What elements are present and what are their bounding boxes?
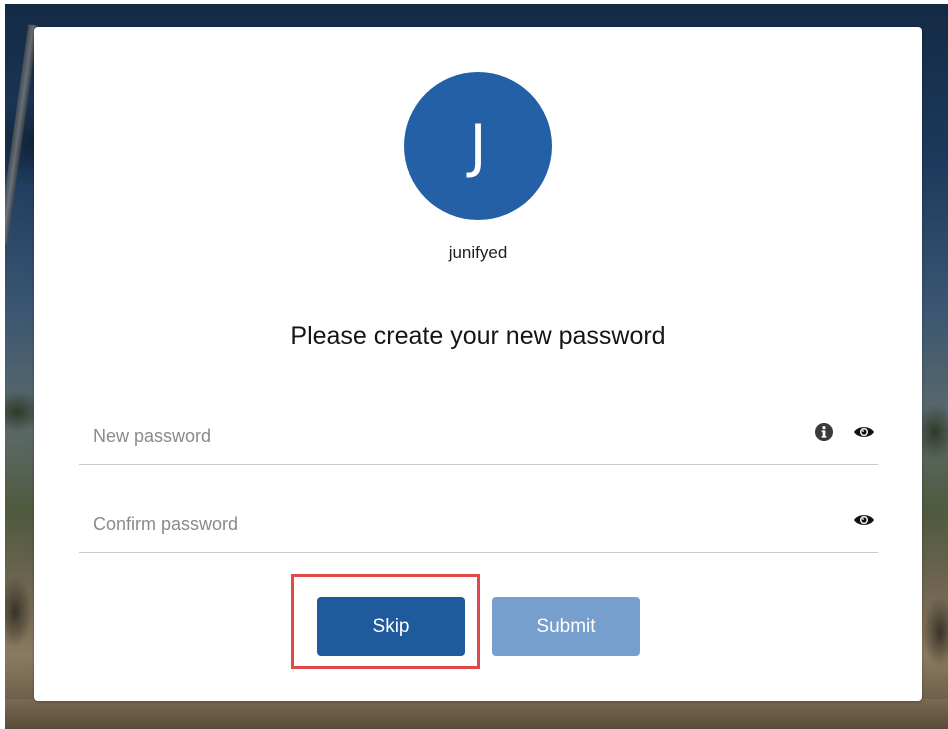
ground	[5, 699, 948, 729]
new-password-field	[79, 408, 878, 465]
confirm-password-field	[79, 496, 878, 553]
username: junifyed	[448, 243, 508, 262]
password-card: J junifyed Please create your new passwo…	[34, 27, 922, 701]
new-password-input[interactable]	[79, 408, 779, 464]
page: J junifyed Please create your new passwo…	[0, 0, 948, 729]
skip-button[interactable]: Skip	[317, 597, 465, 656]
info-icon[interactable]	[813, 421, 835, 443]
page-title: Please create your new password	[290, 322, 666, 350]
show-confirm-password-icon[interactable]	[853, 509, 875, 531]
show-password-icon[interactable]	[853, 421, 875, 443]
submit-button[interactable]: Submit	[492, 597, 640, 656]
confirm-password-input[interactable]	[79, 496, 779, 552]
avatar: J	[404, 72, 552, 220]
avatar-initial: J	[469, 112, 487, 180]
